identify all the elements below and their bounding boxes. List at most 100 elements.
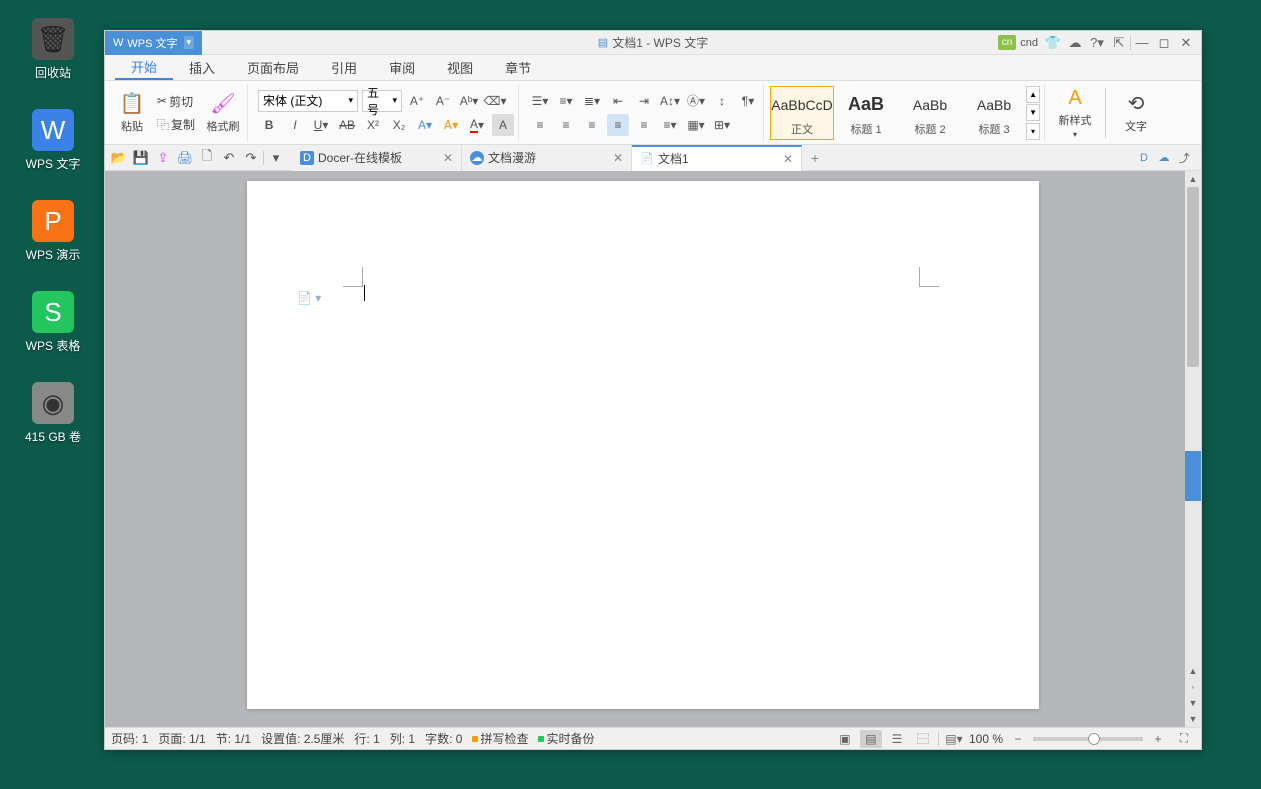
shrink-font-button[interactable]: A⁻ [432,90,454,112]
cloud-icon[interactable]: ☁ [1155,149,1173,167]
desktop-icon-4[interactable]: ◉415 GB 卷 [18,382,88,445]
numbering-button[interactable]: ≡▾ [555,90,577,112]
multilevel-list-button[interactable]: ≣▾ [581,90,603,112]
qat-dropdown-icon[interactable]: ▾ [266,148,286,168]
doc-tab-2[interactable]: 📄文档1✕ [632,145,802,171]
export-button[interactable]: ⇪ [153,148,173,168]
asian-layout-button[interactable]: Ⓐ▾ [685,90,707,112]
print-button[interactable]: 🖨 [175,148,195,168]
align-justify-button[interactable]: ≡ [607,114,629,136]
align-right-button[interactable]: ≡ [581,114,603,136]
prev-page-icon[interactable]: ▲ [1185,663,1201,679]
line-spacing-button[interactable]: ≡▾ [659,114,681,136]
app-menu-badge[interactable]: W WPS 文字 ▾ [105,31,202,55]
paste-button[interactable]: 📋 粘贴 [115,86,149,140]
show-marks-button[interactable]: ¶▾ [737,90,759,112]
format-painter-button[interactable]: 🖌 格式刷 [203,86,243,140]
new-tab-button[interactable]: + [802,150,828,166]
cut-button[interactable]: ✂剪切 [153,91,199,112]
superscript-button[interactable]: X² [362,114,384,136]
new-style-button[interactable]: A 新样式▾ [1051,86,1099,140]
scrollbar-thumb[interactable] [1187,187,1199,367]
menu-tab-开始[interactable]: 开始 [115,55,173,80]
font-size-select[interactable]: 五号▾ [362,90,402,112]
desktop-icon-1[interactable]: WWPS 文字 [18,109,88,172]
status-wordcount[interactable]: 字数: 0 [425,730,462,747]
decrease-indent-button[interactable]: ⇤ [607,90,629,112]
view-outline-button[interactable]: ⿱ [912,730,934,748]
menu-tab-插入[interactable]: 插入 [173,55,231,80]
status-column[interactable]: 列: 1 [390,730,415,747]
desktop-icon-3[interactable]: SWPS 表格 [18,291,88,354]
text-tool-button[interactable]: ⟲ 文字 [1112,86,1160,140]
zoom-slider[interactable] [1033,737,1143,741]
minimize-button[interactable]: — [1131,32,1153,54]
menu-tab-视图[interactable]: 视图 [431,55,489,80]
shading-button[interactable]: ▦▾ [685,114,707,136]
copy-button[interactable]: ⿻复制 [153,114,199,135]
style-expand[interactable]: ▾ [1026,123,1040,140]
zoom-slider-knob[interactable] [1088,733,1100,745]
status-setting[interactable]: 设置值: 2.5厘米 [261,730,344,747]
maximize-button[interactable]: ◻ [1153,32,1175,54]
desktop-icon-0[interactable]: 🗑回收站 [18,18,88,81]
ime-mode-label[interactable]: cnd [1020,37,1038,49]
collapse-ribbon-icon[interactable]: ⤴ [1175,149,1193,167]
document-page[interactable]: 📄 ▾ [247,181,1039,709]
style-scroll-up[interactable]: ▲ [1026,86,1040,103]
doc-tab-1[interactable]: ☁文档漫游✕ [462,145,632,171]
strikethrough-button[interactable]: AB [336,114,358,136]
borders-button[interactable]: ⊞▾ [711,114,733,136]
tab-close-icon[interactable]: ✕ [783,152,793,166]
help-icon[interactable]: ?▾ [1086,32,1108,54]
style-scroll-down[interactable]: ▼ [1026,104,1040,121]
status-page[interactable]: 页面: 1/1 [158,730,205,747]
zoom-in-button[interactable]: + [1147,730,1169,748]
desktop-icon-2[interactable]: PWPS 演示 [18,200,88,263]
style-item-标题 3[interactable]: AaBb标题 3 [962,86,1026,140]
zoom-out-button[interactable]: − [1007,730,1029,748]
char-shading-button[interactable]: A [492,114,514,136]
notifications-icon[interactable]: ☁ [1064,32,1086,54]
paragraph-widget[interactable]: 📄 ▾ [297,291,321,305]
browse-object-icon[interactable]: ◦ [1185,679,1201,695]
redo-button[interactable]: ↷ [241,148,261,168]
status-backup[interactable]: 实时备份 [538,730,594,747]
style-item-标题 2[interactable]: AaBb标题 2 [898,86,962,140]
align-left-button[interactable]: ≡ [529,114,551,136]
style-item-标题 1[interactable]: AaB标题 1 [834,86,898,140]
grow-font-button[interactable]: A⁺ [406,90,428,112]
user-account-icon[interactable]: 👕 [1042,32,1064,54]
align-center-button[interactable]: ≡ [555,114,577,136]
menu-tab-章节[interactable]: 章节 [489,55,547,80]
zoom-level[interactable]: 100 % [969,732,1003,746]
bullets-button[interactable]: ☰▾ [529,90,551,112]
font-color-button[interactable]: A▾ [466,114,488,136]
increase-indent-button[interactable]: ⇥ [633,90,655,112]
close-button[interactable]: ✕ [1175,32,1197,54]
doc-tab-0[interactable]: DDocer-在线模板✕ [292,145,462,171]
clear-format-button[interactable]: ⌫▾ [484,90,506,112]
status-spellcheck[interactable]: 拼写检查 [472,730,528,747]
bold-button[interactable]: B [258,114,280,136]
pin-icon[interactable]: ⇱ [1108,32,1130,54]
style-item-正文[interactable]: AaBbCcD正文 [770,86,834,140]
zoom-mode-button[interactable]: ▤▾ [943,730,965,748]
cloud-sync-icon[interactable]: D [1135,149,1153,167]
side-panel-toggle[interactable] [1185,451,1201,501]
italic-button[interactable]: I [284,114,306,136]
tab-close-icon[interactable]: ✕ [443,151,453,165]
sort-button[interactable]: ↕ [711,90,733,112]
document-viewport[interactable]: 📄 ▾ ⊡ ▲ ▲ ◦ ▼ ▼ [105,171,1201,727]
fullscreen-button[interactable]: ⛶ [1173,730,1195,748]
undo-button[interactable]: ↶ [219,148,239,168]
text-direction-button[interactable]: A↕▾ [659,90,681,112]
view-web-button[interactable]: ☰ [886,730,908,748]
highlight-button[interactable]: ꓮ▾ [440,114,462,136]
underline-button[interactable]: U▾ [310,114,332,136]
view-print-layout-button[interactable]: ▣ [834,730,856,748]
menu-tab-审阅[interactable]: 审阅 [373,55,431,80]
tab-close-icon[interactable]: ✕ [613,151,623,165]
status-section[interactable]: 节: 1/1 [216,730,251,747]
view-read-button[interactable]: ▤ [860,730,882,748]
